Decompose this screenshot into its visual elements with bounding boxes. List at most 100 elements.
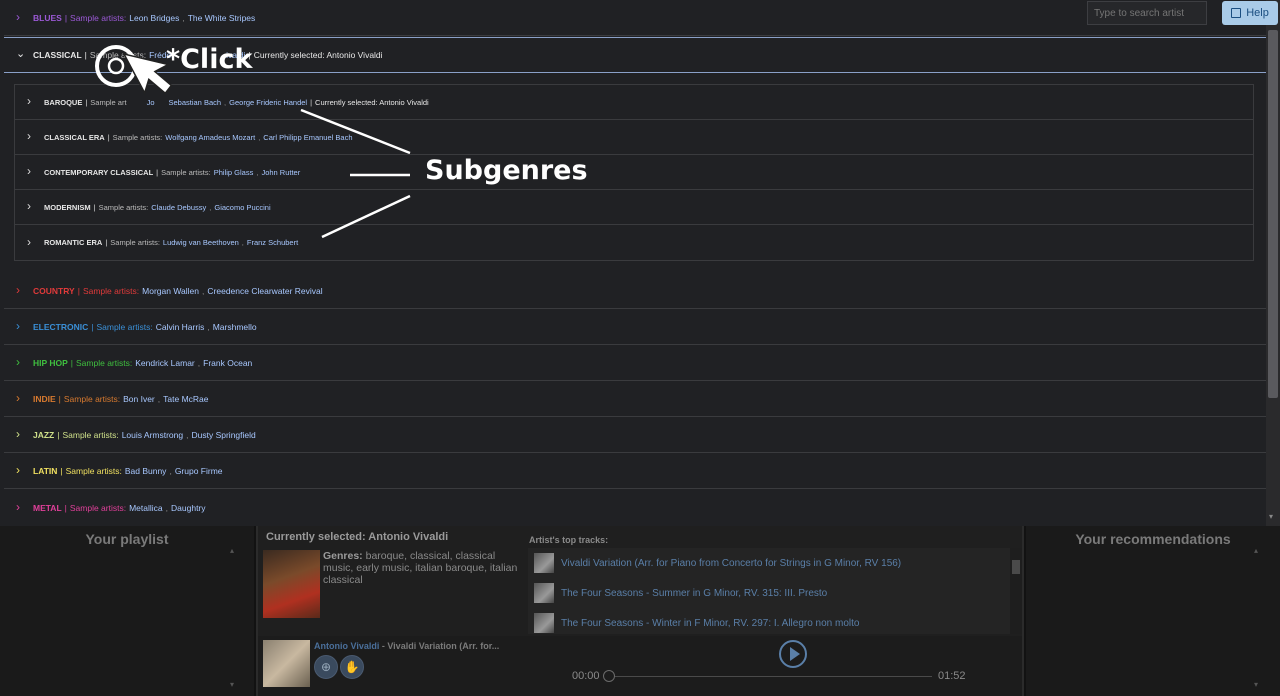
sample-label: Sample artists:: [63, 393, 121, 404]
chevron-right-icon[interactable]: ›: [16, 320, 28, 332]
genre-name: ELECTRONIC: [33, 321, 89, 332]
genre-row-indie[interactable]: › INDIE | Sample artists: Bon Iver , Tat…: [4, 381, 1266, 417]
artist-link[interactable]: Louis Armstrong: [122, 430, 183, 440]
progress-track[interactable]: [610, 676, 932, 677]
scroll-down-icon[interactable]: ▾: [230, 680, 234, 689]
subgenre-row-contemporary-classical[interactable]: › CONTEMPORARY CLASSICAL | Sample artist…: [15, 155, 1253, 190]
genre-row-metal[interactable]: › METAL | Sample artists: Metallica , Da…: [4, 490, 1266, 526]
artist-link[interactable]: Jo: [147, 98, 155, 107]
artist-link[interactable]: Frank Ocean: [203, 358, 252, 368]
artist-link[interactable]: Ludwig van Beethoven: [163, 238, 239, 247]
genre-row-hip-hop[interactable]: › HIP HOP | Sample artists: Kendrick Lam…: [4, 345, 1266, 381]
artist-link[interactable]: Metallica: [129, 503, 163, 513]
artist-link[interactable]: Dusty Springfield: [191, 430, 255, 440]
play-button[interactable]: [779, 640, 807, 668]
recommendations-panel: Your recommendations ▴ ▾: [1026, 526, 1280, 696]
chevron-right-icon[interactable]: ›: [27, 236, 39, 248]
playlist-title: Your playlist: [85, 531, 169, 547]
artist-link[interactable]: Daughtry: [171, 503, 206, 513]
scroll-up-icon[interactable]: ▴: [230, 546, 234, 555]
artist-link[interactable]: Franz Schubert: [247, 238, 298, 247]
scroll-up-icon[interactable]: ▴: [1254, 546, 1258, 555]
artist-link[interactable]: Morgan Wallen: [142, 286, 199, 296]
subgenre-name: ROMANTIC ERA: [44, 238, 103, 247]
artist-portrait[interactable]: [263, 550, 320, 618]
genre-row-latin[interactable]: › LATIN | Sample artists: Bad Bunny , Gr…: [4, 453, 1266, 489]
scroll-down-icon[interactable]: ▾: [1269, 512, 1273, 521]
artist-link[interactable]: Creedence Clearwater Revival: [207, 286, 322, 296]
chevron-right-icon[interactable]: ›: [16, 284, 28, 296]
genre-row-electronic[interactable]: › ELECTRONIC | Sample artists: Calvin Ha…: [4, 309, 1266, 345]
artist-link[interactable]: Grupo Firme: [175, 466, 223, 476]
chevron-right-icon[interactable]: ›: [27, 200, 39, 212]
track-item[interactable]: The Four Seasons - Winter in F Minor, RV…: [534, 613, 859, 633]
artist-link[interactable]: John Rutter: [261, 168, 300, 177]
chevron-down-icon[interactable]: ⌄: [16, 48, 28, 60]
track-item[interactable]: The Four Seasons - Summer in G Minor, RV…: [534, 583, 827, 603]
subgenre-name: MODERNISM: [44, 202, 91, 212]
top-tracks-title: Artist's top tracks:: [529, 535, 609, 545]
thumbs-up-icon[interactable]: ✋: [340, 655, 364, 679]
genre-name: INDIE: [33, 393, 56, 404]
genre-row-jazz[interactable]: › JAZZ | Sample artists: Louis Armstrong…: [4, 417, 1266, 453]
external-link-icon: [1231, 8, 1242, 18]
chevron-right-icon[interactable]: ›: [27, 130, 39, 142]
artist-link[interactable]: Sebastian Bach: [169, 98, 222, 107]
track-title[interactable]: The Four Seasons - Summer in G Minor, RV…: [561, 588, 827, 599]
chevron-right-icon[interactable]: ›: [16, 464, 28, 476]
subgenre-row-baroque[interactable]: › BAROQUE | Sample art Jo Sebastian Bach…: [15, 85, 1253, 120]
genre-scrollbar[interactable]: ▴ ▾: [1266, 0, 1280, 526]
subgenre-row-modernism[interactable]: › MODERNISM | Sample artists: Claude Deb…: [15, 190, 1253, 225]
artist-link[interactable]: Kendrick Lamar: [135, 358, 195, 368]
track-thumbnail: [534, 553, 554, 573]
help-button[interactable]: Help: [1222, 1, 1278, 25]
chevron-right-icon[interactable]: ›: [16, 428, 28, 440]
artist-link[interactable]: George Frideric Handel: [229, 98, 307, 107]
sample-label: Sample artists:: [89, 50, 147, 60]
genre-name: LATIN: [33, 465, 58, 476]
artist-link[interactable]: Calvin Harris: [156, 322, 205, 332]
artist-link[interactable]: The White Stripes: [188, 13, 256, 23]
artist-link[interactable]: Carl Philipp Emanuel Bach: [263, 133, 352, 142]
artist-link[interactable]: Giacomo Puccini: [214, 203, 270, 212]
artist-link[interactable]: Tate McRae: [163, 394, 208, 404]
sample-label: Sample artists:: [161, 167, 211, 177]
add-to-playlist-icon[interactable]: ⊕: [314, 655, 338, 679]
artist-link[interactable]: Bad Bunny: [125, 466, 167, 476]
chevron-right-icon[interactable]: ›: [16, 356, 28, 368]
scrollbar-thumb[interactable]: [1268, 30, 1278, 398]
genre-row-country[interactable]: › COUNTRY | Sample artists: Morgan Walle…: [4, 273, 1266, 309]
subgenre-name: CONTEMPORARY CLASSICAL: [44, 167, 154, 177]
playlist-panel: Your playlist ▴ ▾: [0, 526, 254, 696]
artist-link[interactable]: Leon Bridges: [129, 13, 179, 23]
artist-link[interactable]: Philip Glass: [214, 168, 254, 177]
chevron-right-icon[interactable]: ›: [16, 11, 28, 23]
chevron-right-icon[interactable]: ›: [27, 95, 39, 107]
subgenre-row-romantic-era[interactable]: › ROMANTIC ERA | Sample artists: Ludwig …: [15, 225, 1253, 260]
chevron-right-icon[interactable]: ›: [16, 501, 28, 513]
progress-knob[interactable]: [603, 670, 615, 682]
now-playing-text: Antonio Vivaldi - Vivaldi Variation (Arr…: [314, 641, 499, 651]
artist-search-input[interactable]: [1087, 1, 1207, 25]
help-label: Help: [1246, 7, 1269, 19]
current-selection-title: Currently selected: Antonio Vivaldi: [266, 531, 449, 543]
artist-link[interactable]: Claude Debussy: [151, 203, 206, 212]
now-playing-artist[interactable]: Antonio Vivaldi: [314, 641, 379, 651]
artist-link[interactable]: Bon Iver: [123, 394, 155, 404]
scroll-down-icon[interactable]: ▾: [1254, 680, 1258, 689]
sample-label: Sample artists:: [96, 321, 153, 332]
track-item[interactable]: Vivaldi Variation (Arr. for Piano from C…: [534, 553, 901, 573]
genre-name: COUNTRY: [33, 285, 75, 296]
genre-row-blues[interactable]: › BLUES | Sample artists: Leon Bridges ,…: [4, 0, 1266, 36]
track-title[interactable]: Vivaldi Variation (Arr. for Piano from C…: [561, 558, 901, 569]
sample-label: Sample artists:: [70, 12, 127, 23]
play-icon: [789, 647, 800, 661]
track-title[interactable]: The Four Seasons - Winter in F Minor, RV…: [561, 618, 859, 629]
artist-link[interactable]: Marshmello: [213, 322, 257, 332]
tracks-scrollbar[interactable]: [1010, 548, 1022, 634]
subgenre-row-classical-era[interactable]: › CLASSICAL ERA | Sample artists: Wolfga…: [15, 120, 1253, 155]
artist-link[interactable]: Wolfgang Amadeus Mozart: [165, 133, 255, 142]
chevron-right-icon[interactable]: ›: [27, 165, 39, 177]
track-thumbnail: [534, 583, 554, 603]
chevron-right-icon[interactable]: ›: [16, 392, 28, 404]
